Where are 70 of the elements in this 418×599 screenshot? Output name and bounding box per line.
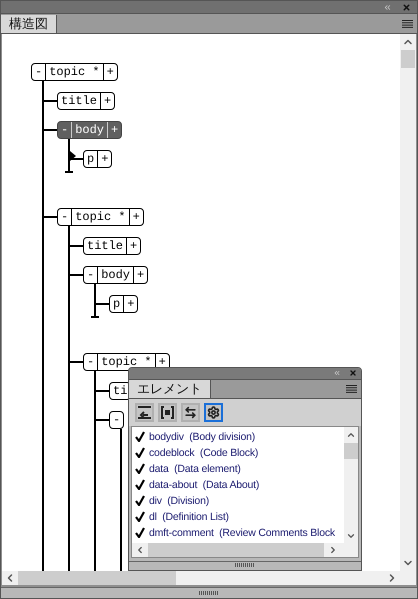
structure-node[interactable]: - topic * + xyxy=(57,208,144,226)
node-label: topic * xyxy=(72,209,130,225)
menu-icon[interactable] xyxy=(346,384,357,393)
scrollbar-thumb[interactable] xyxy=(401,50,415,68)
add-button[interactable]: + xyxy=(134,267,148,283)
structure-node[interactable]: - body + xyxy=(57,121,122,139)
check-icon[interactable] xyxy=(135,463,145,474)
add-button[interactable]: + xyxy=(130,209,143,225)
structure-node[interactable]: p + xyxy=(109,295,138,313)
toggle-button[interactable]: - xyxy=(58,122,72,138)
toolbar-button[interactable] xyxy=(204,402,223,422)
structure-node[interactable]: - topic * + xyxy=(83,353,170,371)
node-label: p xyxy=(110,296,124,312)
add-button[interactable]: + xyxy=(108,122,122,138)
node-label: topic * xyxy=(46,64,104,80)
check-icon[interactable] xyxy=(135,495,145,506)
resize-grip[interactable] xyxy=(129,561,361,568)
scrollbar-thumb[interactable] xyxy=(344,442,358,459)
node-label: title xyxy=(58,93,102,109)
scrollbar-thumb[interactable] xyxy=(148,543,324,558)
toggle-button[interactable]: - xyxy=(58,209,72,225)
node-label: p xyxy=(84,151,98,167)
node-label: body xyxy=(98,267,134,283)
element-name[interactable]: dmft-comment (Review Comments Block xyxy=(149,526,335,539)
toggle-button[interactable]: - xyxy=(32,64,46,80)
element-name[interactable]: data (Data element) xyxy=(149,462,241,475)
settings-icon xyxy=(207,406,220,419)
toolbar-button[interactable] xyxy=(181,402,200,422)
element-name[interactable]: div (Division) xyxy=(149,494,210,507)
element-name[interactable]: codeblock (Code Block) xyxy=(149,446,258,459)
collapse-icon[interactable] xyxy=(333,369,341,378)
check-icon[interactable] xyxy=(135,511,145,522)
structure-node[interactable]: p + xyxy=(83,150,112,168)
revert-icon xyxy=(138,406,151,419)
swap-arrows-icon xyxy=(184,406,197,419)
element-name[interactable]: bodydiv (Body division) xyxy=(149,430,256,443)
toggle-button[interactable]: - xyxy=(84,354,98,370)
toolbar-button[interactable] xyxy=(158,402,177,422)
add-button[interactable]: + xyxy=(124,296,138,312)
add-button[interactable]: + xyxy=(101,93,114,109)
add-button[interactable]: + xyxy=(98,151,112,167)
add-button[interactable]: + xyxy=(156,354,169,370)
scroll-left-icon[interactable] xyxy=(135,545,145,556)
node-label: title xyxy=(84,238,128,254)
structure-node[interactable]: - topic * + xyxy=(31,63,118,81)
close-icon[interactable] xyxy=(402,2,411,12)
structure-node[interactable]: - body + xyxy=(83,266,148,284)
resize-grip[interactable] xyxy=(1,587,417,598)
collapse-icon[interactable] xyxy=(383,2,392,12)
panel-tab[interactable]: エレメント xyxy=(129,380,211,398)
toggle-button[interactable]: - xyxy=(110,412,124,428)
element-name[interactable]: dl (Definition List) xyxy=(149,510,229,523)
toolbar-button[interactable] xyxy=(135,402,154,422)
structure-node[interactable]: title + xyxy=(57,92,116,110)
scrollbar-thumb[interactable] xyxy=(18,571,176,585)
close-icon[interactable] xyxy=(349,369,357,378)
node-label: body xyxy=(72,122,108,138)
add-button[interactable]: + xyxy=(104,64,117,80)
structure-node[interactable]: title + xyxy=(83,237,142,255)
panel-tab[interactable]: 構造図 xyxy=(1,15,57,33)
check-icon[interactable] xyxy=(135,431,145,442)
element-name[interactable]: data-about (Data About) xyxy=(149,478,260,491)
toggle-button[interactable]: - xyxy=(84,267,98,283)
check-icon[interactable] xyxy=(135,479,145,490)
menu-icon[interactable] xyxy=(402,20,413,28)
bracket-icon xyxy=(161,406,174,419)
check-icon[interactable] xyxy=(135,447,145,458)
scroll-right-icon[interactable] xyxy=(328,545,338,556)
check-icon[interactable] xyxy=(135,527,145,538)
add-button[interactable]: + xyxy=(127,238,140,254)
